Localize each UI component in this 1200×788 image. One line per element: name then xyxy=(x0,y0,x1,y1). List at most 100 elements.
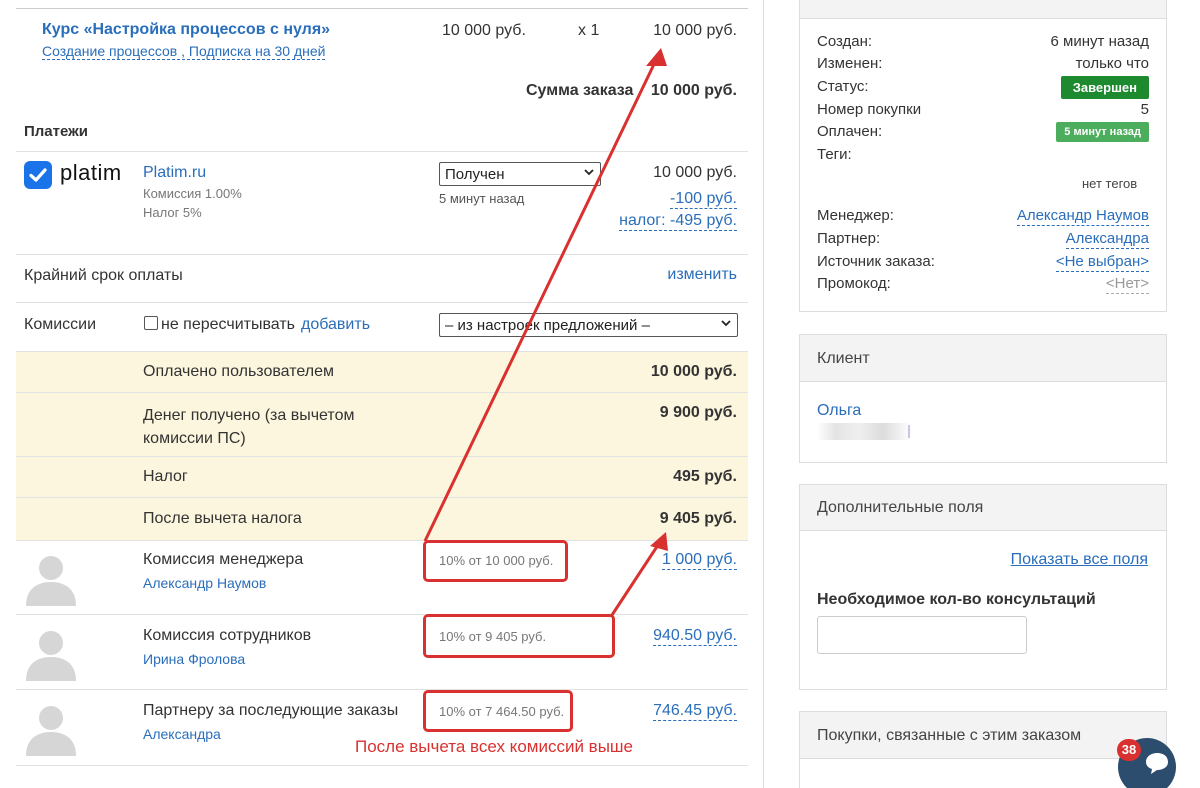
payment-status-time: 5 минут назад xyxy=(439,191,525,206)
item-price: 10 000 руб. xyxy=(442,22,526,39)
redaction-edge xyxy=(908,425,910,438)
product-title-link[interactable]: Курс «Настройка процессов с нуля» xyxy=(42,21,330,39)
divider xyxy=(16,497,748,498)
summary-label: После вычета налога xyxy=(143,510,302,527)
commission-person-link[interactable]: Ирина Фролова xyxy=(143,651,245,667)
info-row-created: Создан: 6 минут назад xyxy=(817,33,1149,55)
commission-amount-link[interactable]: 940.50 руб. xyxy=(653,627,737,646)
divider xyxy=(16,392,748,393)
summary-value: 9 900 руб. xyxy=(659,404,737,421)
commission-source-select[interactable]: – из настроек предложений – xyxy=(439,313,738,337)
consultations-input[interactable] xyxy=(817,616,1027,654)
annotation-box xyxy=(423,690,573,732)
order-sum-value: 10 000 руб. xyxy=(650,82,737,99)
panel-header xyxy=(800,0,1166,19)
payment-status-value: Получен xyxy=(439,162,601,186)
info-label: Создан: xyxy=(817,33,873,50)
info-label: Статус: xyxy=(817,78,869,95)
provider-link[interactable]: Platim.ru xyxy=(143,164,206,182)
summary-value: 495 руб. xyxy=(673,468,737,485)
top-divider xyxy=(16,8,748,9)
payment-tax-link[interactable]: налог: -495 руб. xyxy=(619,212,737,231)
provider-tax: Налог 5% xyxy=(143,205,202,220)
product-subtitle-link[interactable]: Создание процессов , Подписка на 30 дней xyxy=(42,43,326,60)
order-details-pane: Курс «Настройка процессов с нуля» Создан… xyxy=(0,0,764,788)
deadline-change-link[interactable]: изменить xyxy=(667,266,737,284)
commission-source-value: – из настроек предложений – xyxy=(439,313,738,337)
divider xyxy=(16,614,748,615)
info-row-manager: Менеджер: Александр Наумов xyxy=(817,207,1149,229)
user-avatar-icon xyxy=(24,550,78,606)
divider xyxy=(16,689,748,690)
commission-person-link[interactable]: Александра xyxy=(143,726,221,742)
info-value: 5 xyxy=(1140,101,1149,118)
order-sum-label: Сумма заказа xyxy=(526,82,634,99)
summary-value: 9 405 руб. xyxy=(659,510,737,527)
divider xyxy=(16,540,748,541)
order-info-panel: Создан: 6 минут назад Изменен: только чт… xyxy=(799,0,1167,312)
info-label: Источник заказа: xyxy=(817,253,935,270)
commissions-label: Комиссии xyxy=(24,316,97,333)
payment-amount: 10 000 руб. xyxy=(653,164,737,181)
paid-badge: 5 минут назад xyxy=(1056,122,1149,142)
summary-label: Налог xyxy=(143,468,188,485)
add-commission-link[interactable]: добавить xyxy=(301,316,370,334)
client-panel-header: Клиент xyxy=(800,335,1166,382)
summary-label: Денег получено (за вычетом комиссии ПС) xyxy=(143,407,355,447)
info-row-source: Источник заказа: <Не выбран> xyxy=(817,253,1149,275)
divider xyxy=(16,151,748,152)
info-label: Номер покупки xyxy=(817,101,922,118)
info-row-modified: Изменен: только что xyxy=(817,55,1149,77)
summary-label: Оплачено пользователем xyxy=(143,363,334,380)
annotation-text: После вычета всех комиссий выше xyxy=(355,737,634,756)
platim-logo-icon xyxy=(24,161,52,189)
client-name-link[interactable]: Ольга xyxy=(817,402,861,420)
info-row-partner: Партнер: Александра xyxy=(817,230,1149,252)
commission-title: Комиссия сотрудников xyxy=(143,627,312,644)
info-label: Партнер: xyxy=(817,230,881,247)
user-avatar-icon xyxy=(24,625,78,681)
user-avatar-icon xyxy=(24,700,78,756)
chevron-down-icon xyxy=(721,320,731,327)
show-all-fields-link[interactable]: Показать все поля xyxy=(1011,551,1148,569)
info-label: Изменен: xyxy=(817,55,883,72)
divider xyxy=(16,351,748,352)
divider xyxy=(16,765,748,766)
related-purchases-header: Покупки, связанные с этим заказом xyxy=(800,712,1166,759)
deadline-label: Крайний срок оплаты xyxy=(24,267,183,284)
info-row-tags: Теги: xyxy=(817,146,1149,168)
commission-person-link[interactable]: Александр Наумов xyxy=(143,575,266,591)
related-purchases-panel: Покупки, связанные с этим заказом xyxy=(799,711,1167,788)
platim-logo-text: platim xyxy=(60,160,122,185)
annotation-box xyxy=(423,614,615,658)
source-link[interactable]: <Не выбран> xyxy=(1055,253,1149,272)
tags-empty: нет тегов xyxy=(1082,176,1138,191)
client-panel: Клиент Ольга xyxy=(799,334,1167,463)
partner-link[interactable]: Александра xyxy=(1065,230,1149,249)
payments-heading: Платежи xyxy=(24,123,88,140)
manager-link[interactable]: Александр Наумов xyxy=(1016,207,1149,226)
divider xyxy=(16,254,748,255)
status-badge: Завершен xyxy=(1060,76,1149,99)
payment-status-select[interactable]: Получен xyxy=(439,162,601,186)
promo-link[interactable]: <Нет> xyxy=(1105,275,1149,294)
info-value: только что xyxy=(1075,55,1149,72)
field-label: Необходимое кол-во консультаций xyxy=(817,591,1096,608)
info-label: Теги: xyxy=(817,146,852,163)
chevron-down-icon xyxy=(584,169,594,176)
info-row-status: Статус: Завершен xyxy=(817,76,1149,100)
info-row-promo: Промокод: <Нет> xyxy=(817,275,1149,297)
commission-title: Комиссия менеджера xyxy=(143,551,304,568)
client-email-redacted xyxy=(817,423,911,440)
commission-amount-link[interactable]: 746.45 руб. xyxy=(653,702,737,721)
annotation-box xyxy=(423,540,568,582)
info-label: Менеджер: xyxy=(817,207,894,224)
divider xyxy=(16,456,748,457)
chat-unread-badge: 38 xyxy=(1117,739,1141,761)
divider xyxy=(16,302,748,303)
no-recalc-label: не пересчитывать xyxy=(161,316,295,333)
payment-fee-link[interactable]: -100 руб. xyxy=(670,190,737,209)
commission-amount-link[interactable]: 1 000 руб. xyxy=(662,551,737,570)
no-recalc-checkbox[interactable] xyxy=(144,316,158,330)
item-total: 10 000 руб. xyxy=(653,22,737,39)
